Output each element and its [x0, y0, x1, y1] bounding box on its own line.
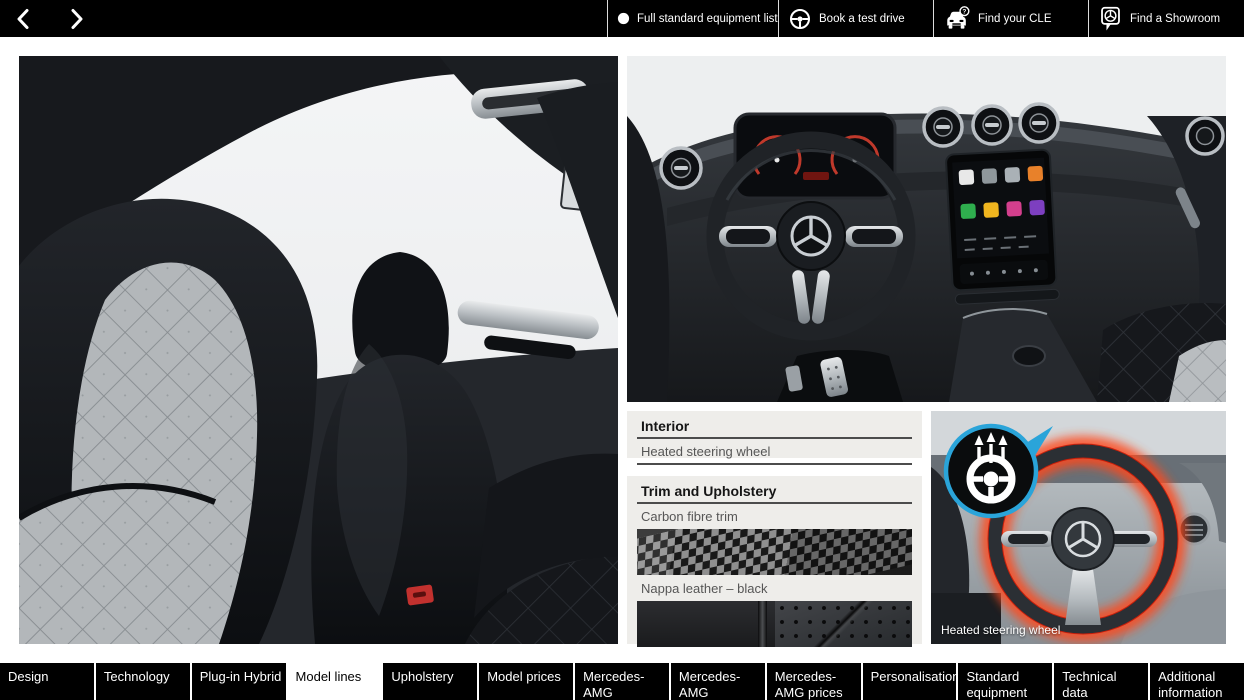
chevron-left-icon [12, 7, 36, 31]
trim-item-label: Nappa leather – black [637, 576, 912, 598]
steering-wheel-icon [788, 7, 812, 31]
tab-standard-equipment[interactable]: Standard equipment [956, 663, 1052, 700]
tab-design[interactable]: Design [0, 663, 94, 700]
next-page-button[interactable] [62, 5, 90, 33]
chevron-right-icon [64, 7, 88, 31]
bottom-nav: Design Technology Plug-in Hybrid Model l… [0, 663, 1244, 700]
interior-panel: Interior Heated steering wheel [627, 411, 922, 458]
top-action-label: Find a Showroom [1130, 13, 1220, 25]
top-action-label: Book a test drive [819, 13, 905, 25]
tab-mercedes-amg-prices[interactable]: Mercedes-AMG prices [765, 663, 861, 700]
tab-technology[interactable]: Technology [94, 663, 190, 700]
trim-upholstery-panel: Trim and Upholstery Carbon fibre trim Na… [627, 476, 922, 644]
bullet-circle-icon [617, 12, 630, 25]
full-standard-equipment-list-button[interactable]: Full standard equipment list [607, 0, 778, 37]
tab-technical-data[interactable]: Technical data [1052, 663, 1148, 700]
svg-text:?: ? [962, 8, 966, 15]
page-nav-arrows [0, 0, 607, 37]
top-action-label: Find your CLE [978, 13, 1052, 25]
tab-upholstery[interactable]: Upholstery [381, 663, 477, 700]
car-question-icon: ? [943, 6, 971, 32]
feature-caption: Heated steering wheel [941, 623, 1060, 637]
find-a-showroom-button[interactable]: Find a Showroom [1088, 0, 1244, 37]
top-bar: Full standard equipment list Book a test… [0, 0, 1244, 37]
cabin-seats-photo [19, 56, 618, 644]
tab-mercedes-amg-upholstery[interactable]: Mercedes-AMG upholstery [669, 663, 765, 700]
dashboard-cockpit-photo [627, 56, 1226, 402]
book-test-drive-button[interactable]: Book a test drive [778, 0, 933, 37]
top-action-label: Full standard equipment list [637, 13, 778, 25]
tab-personalisation[interactable]: Personalisation [861, 663, 957, 700]
tab-model-prices[interactable]: Model prices [477, 663, 573, 700]
seatbelt-buckle [406, 584, 434, 605]
interior-panel-title: Interior [637, 415, 912, 439]
interior-panel-item: Heated steering wheel [637, 439, 912, 465]
tab-plug-in-hybrid[interactable]: Plug-in Hybrid [190, 663, 286, 700]
prev-page-button[interactable] [10, 5, 38, 33]
tab-additional-information[interactable]: Additional information [1148, 663, 1244, 700]
heated-steering-wheel-card: Heated steering wheel [931, 411, 1226, 644]
find-your-cle-button[interactable]: ? Find your CLE [933, 0, 1088, 37]
showroom-pin-icon [1098, 5, 1123, 32]
tab-model-lines[interactable]: Model lines [286, 663, 382, 700]
infotainment-screen [946, 149, 1060, 304]
cle-brochure-page: Full standard equipment list Book a test… [0, 0, 1244, 700]
trim-panel-title: Trim and Upholstery [637, 480, 912, 504]
tab-mercedes-amg[interactable]: Mercedes-AMG [573, 663, 669, 700]
trim-item-label: Carbon fibre trim [637, 504, 912, 526]
carbon-fibre-swatch [637, 529, 912, 575]
nappa-leather-swatch [637, 601, 912, 647]
